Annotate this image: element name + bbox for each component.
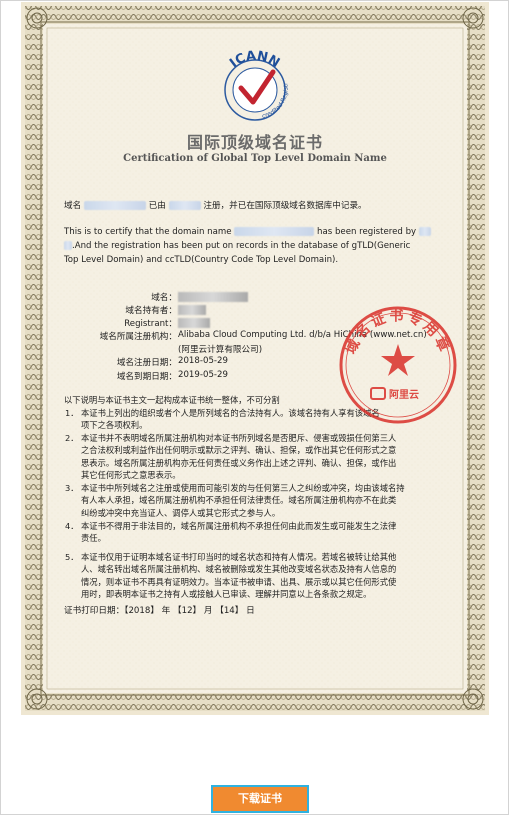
field-label-registrar: 域名所属注册机构： — [99, 332, 177, 342]
note-line: 纠纷或冲突中充当证人、调停人或其它形式之参与人。 — [81, 507, 281, 518]
notes-heading: 以下说明与本证书主文一起构成本证书统一整体，不可分割 — [64, 395, 280, 405]
print-date-year-unit: 年 — [161, 606, 171, 616]
note-number: 5． — [65, 552, 79, 562]
field-label-domain: 域名： — [151, 293, 177, 303]
note-line: 项下之各项权利。 — [81, 420, 148, 431]
icann-logo: ICANN Accredited Registrar — [203, 48, 290, 121]
field-value-registrar-cn: (阿里云计算有限公司) — [178, 345, 263, 355]
intro-cn-suffix: 注册，并已在国际顶级域名数据库中记录。 — [203, 201, 367, 211]
note-line: 其它任何形式之意思表示。 — [81, 470, 181, 481]
redacted-domain — [83, 201, 146, 210]
note-line: 情况，则本证书不再具有证明效力。当本证书被申请、出具、展示或以其它任何形式使 — [81, 576, 397, 587]
field-label-reg-date: 域名注册日期： — [116, 358, 177, 368]
official-seal-stamp: 域名证书专用章 阿里云 — [339, 306, 457, 424]
note-line: 本证书上列出的组织或者个人是所列域名的合法持有人。该域名持有人享有该域名 — [81, 408, 380, 418]
intro-en-line1: This is to certify that the domain name … — [64, 227, 431, 237]
print-date-day: 【14】 — [215, 606, 244, 616]
redacted-domain-value — [178, 292, 248, 302]
field-label-registrant: Registrant： — [124, 319, 177, 329]
aliyun-logo-icon — [370, 387, 386, 400]
note-line: 本证书仅用于证明本域名证书打印当时的域名状态和持有人情况。若域名被转让给其他 — [81, 552, 397, 562]
intro-en-line2: .And the registration has been put on re… — [64, 241, 410, 251]
redacted-registrar — [168, 201, 201, 210]
field-label-holder: 域名持有者： — [125, 306, 177, 316]
note-line: 本证书不得用于非法目的，域名所属注册机构不承担任何由此而发生或可能发生之法律 — [81, 521, 397, 531]
note-line: 用时，即表明本证书之持有人或接触人已审读、理解并同意以上各条款之规定。 — [81, 589, 372, 600]
certificate: ICANN Accredited Registrar 国际顶级域名证书 Cert… — [21, 2, 489, 715]
print-date-year: 【2018】 — [124, 606, 159, 616]
redacted-holder — [418, 227, 431, 236]
redacted-registrant-value — [178, 318, 210, 328]
redacted-domain-en — [234, 227, 315, 236]
note-line: 责任。 — [81, 533, 106, 544]
intro-en-line2-text: .And the registration has been put on re… — [72, 241, 411, 251]
certificate-title-en: Certification of Global Top Level Domain… — [123, 153, 387, 164]
intro-en-line1-suffix: has been registered by — [317, 227, 417, 237]
print-date-month-unit: 月 — [203, 606, 213, 616]
note-line: 有人本人承担，域名所属注册机构不承担任何法律责任。域名所属注册机构亦不在此类 — [81, 495, 397, 506]
intro-cn-mid: 已由 — [148, 201, 166, 211]
seal-star-icon — [381, 344, 415, 376]
intro-en-line3: Top Level Domain) and ccTLD(Country Code… — [64, 255, 339, 265]
intro-cn: 域名 已由 注册，并已在国际顶级域名数据库中记录。 — [64, 199, 367, 211]
print-date-label: 证书打印日期： — [64, 606, 125, 616]
note-line: 人、域名转出域名所属注册机构、域名被删除或发生其他改变域名状态及持有人信息的 — [81, 564, 397, 575]
field-label-exp-date: 域名到期日期： — [116, 372, 177, 382]
note-line: 本证书中所列域名之注册或使用而可能引发的与任何第三人之纠纷或冲突，均由该域名持 — [81, 483, 405, 493]
note-number: 2． — [65, 433, 79, 443]
print-date: 证书打印日期：【2018】 年 【12】 月 【14】 日 — [64, 604, 255, 616]
field-value-exp-date: 2019-05-29 — [178, 370, 228, 380]
note-number: 3． — [65, 483, 79, 493]
note-line: 本证书并不表明域名所属注册机构对本证书所列域名是否肥斥、侵害或毁损任何第三人 — [81, 433, 397, 443]
redacted-holder-cont — [64, 241, 72, 250]
note-number: 4． — [65, 521, 79, 531]
print-date-month: 【12】 — [173, 606, 202, 616]
seal-brand: 阿里云 — [389, 389, 419, 401]
page-frame: ICANN Accredited Registrar 国际顶级域名证书 Cert… — [0, 0, 509, 815]
download-certificate-button[interactable]: 下载证书 — [211, 785, 309, 813]
note-line: 之合法权利或利益作出任何明示或默示之评判、确认、担保，或作出其它任何形式之意 — [81, 445, 397, 456]
intro-en-line1-prefix: This is to certify that the domain name — [64, 227, 232, 237]
print-date-day-unit: 日 — [246, 606, 255, 616]
intro-cn-prefix: 域名 — [64, 201, 82, 211]
redacted-holder-value — [178, 305, 206, 315]
certificate-title-cn: 国际顶级域名证书 — [186, 133, 323, 152]
note-line: 思表示。域名所属注册机构亦无任何责任或义务作出上述之评判、确认、担保，或作出 — [81, 457, 397, 468]
note-number: 1． — [65, 408, 79, 418]
field-value-reg-date: 2018-05-29 — [178, 356, 228, 366]
